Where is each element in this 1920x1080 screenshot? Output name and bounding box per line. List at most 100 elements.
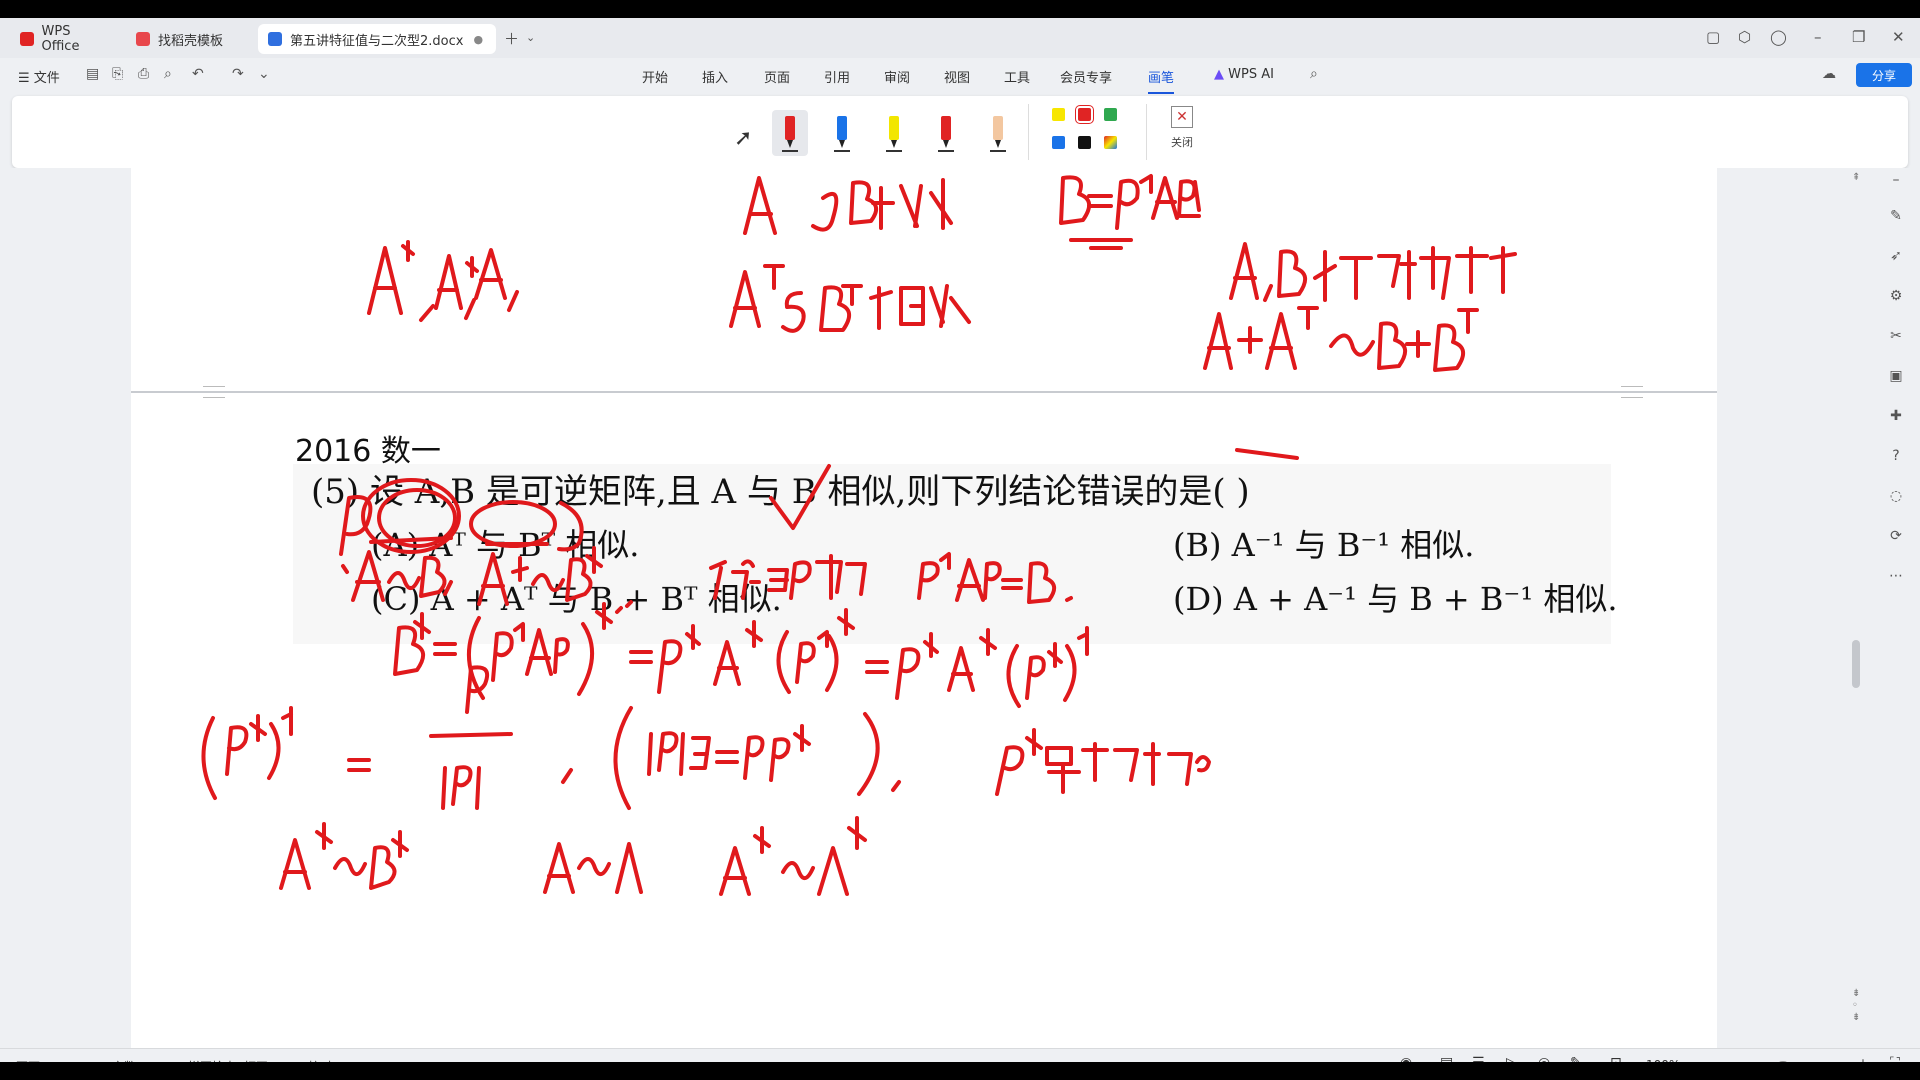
pen-base [886, 150, 902, 152]
screen: WPS Office 找稻壳模板 第五讲特征值与二次型2.docx ● ＋ ⌄ … [0, 0, 1920, 1080]
chat-icon[interactable]: ◌ [1886, 488, 1906, 508]
menu-view[interactable]: 视图 [944, 67, 970, 86]
window-layout-icon[interactable]: ▢ [1706, 28, 1720, 46]
pointer-icon[interactable]: ➶ [1886, 248, 1906, 268]
pen-highlighter-yellow[interactable] [876, 110, 912, 156]
ink-stroke [419, 304, 435, 322]
print-preview-icon[interactable]: ⌕ [164, 66, 172, 82]
pen-tip [891, 140, 897, 148]
menu-home[interactable]: 开始 [642, 67, 668, 86]
menu-page[interactable]: 页面 [764, 67, 790, 86]
close-pen-mode-button[interactable]: ✕ 关闭 [1162, 106, 1202, 158]
ink-stroke [1229, 242, 1273, 302]
ink-stroke [474, 248, 507, 300]
wps-window: WPS Office 找稻壳模板 第五讲特征值与二次型2.docx ● ＋ ⌄ … [0, 18, 1920, 1080]
ink-stroke [347, 758, 371, 772]
ink-stroke [1115, 178, 1140, 230]
handwriting-ink-layer [201, 174, 1517, 896]
pen-tip [787, 140, 793, 148]
tab-document[interactable]: 第五讲特征值与二次型2.docx ● [258, 24, 496, 54]
print-icon[interactable]: ⎙ [138, 66, 149, 82]
puzzle-icon[interactable]: ✚ [1886, 408, 1906, 428]
ink-stroke [485, 501, 584, 552]
pen-blue[interactable] [824, 110, 860, 156]
ink-stroke [367, 246, 403, 315]
menu-references[interactable]: 引用 [824, 67, 850, 86]
ink-stroke [837, 608, 855, 636]
new-tab-plus-icon[interactable]: ＋ [504, 28, 519, 49]
ink-stroke [629, 650, 653, 664]
share-button[interactable]: 分享 [1856, 63, 1912, 87]
export-pdf-icon[interactable]: ⎘ [112, 66, 123, 82]
ink-stroke [763, 264, 785, 290]
color-swatch-yellow[interactable] [1052, 108, 1065, 121]
ink-stroke [477, 552, 529, 606]
help-icon[interactable]: ? [1886, 448, 1906, 468]
ink-stroke [225, 706, 293, 780]
menu-review[interactable]: 审阅 [884, 67, 910, 86]
minimize-icon[interactable]: – [1814, 28, 1822, 46]
menu-member[interactable]: 会员专享 [1060, 67, 1112, 86]
page-settings-icon[interactable]: ▣ [1886, 368, 1906, 388]
ink-underline [1235, 448, 1299, 460]
menu-bar: ☰ 文件 ▤ ⎘ ⎙ ⌕ ↶ ↷ ⌄ 开始 插入 页面 引用 审阅 视图 工具 … [0, 58, 1920, 94]
color-swatch-black[interactable] [1078, 136, 1091, 149]
tools-icon[interactable]: ✂ [1886, 328, 1906, 348]
document-area: 2016 数一 (5) 设 A,B 是可逆矩阵,且 A 与 B 相似,则下列结论… [0, 168, 1920, 1048]
redo-icon[interactable]: ↷ [232, 66, 244, 82]
collapse-sidebar-icon[interactable]: – [1886, 172, 1906, 192]
pen-red-marker[interactable] [772, 110, 808, 156]
more-quick-tools-chevron-icon[interactable]: ⌄ [258, 66, 270, 82]
close-window-icon[interactable]: ✕ [1892, 28, 1905, 46]
menu-tools[interactable]: 工具 [1004, 67, 1030, 86]
undo-icon[interactable]: ↶ [192, 66, 204, 82]
tab-wps-office[interactable]: WPS Office [10, 24, 120, 54]
tab-list-chevron-icon[interactable]: ⌄ [526, 31, 535, 44]
ink-stroke [279, 822, 333, 890]
ink-stroke [767, 554, 867, 600]
cube-icon[interactable]: ⬡ [1738, 28, 1751, 46]
scroll-up-icon[interactable]: ⇞ [1852, 172, 1860, 183]
more-icon[interactable]: ⋯ [1886, 568, 1906, 588]
sync-icon[interactable]: ⟳ [1886, 528, 1906, 548]
settings-sliders-icon[interactable]: ⚙ [1886, 288, 1906, 308]
wps-ai-icon: ▲ [1214, 67, 1224, 82]
menu-insert[interactable]: 插入 [702, 67, 728, 86]
restore-icon[interactable]: ❐ [1852, 28, 1865, 46]
search-icon[interactable]: ⌕ [1310, 66, 1318, 82]
pen-tip [839, 140, 845, 148]
tab-label: 找稻壳模板 [158, 33, 224, 49]
tab-docer-templates[interactable]: 找稻壳模板 [126, 24, 252, 54]
pen-eraser[interactable] [980, 110, 1016, 156]
color-swatch-more[interactable] [1104, 136, 1117, 149]
ink-circle [469, 500, 557, 548]
tab-close-icon[interactable]: ● [473, 33, 483, 46]
menu-pen[interactable]: 画笔 [1148, 67, 1175, 94]
ink-stroke [729, 270, 761, 328]
menu-wps-ai[interactable]: ▲ WPS AI [1214, 67, 1274, 82]
avatar-icon[interactable]: ◯ [1770, 28, 1787, 46]
ink-stroke [781, 291, 806, 333]
word-doc-icon [268, 32, 282, 46]
document-page[interactable]: 2016 数一 (5) 设 A,B 是可逆矩阵,且 A 与 B 相似,则下列结论… [131, 168, 1717, 1048]
color-swatch-green[interactable] [1104, 108, 1117, 121]
close-icon: ✕ [1171, 106, 1193, 128]
color-swatch-blue[interactable] [1052, 136, 1065, 149]
file-menu[interactable]: ☰ 文件 [18, 67, 60, 86]
save-icon[interactable]: ▤ [86, 66, 99, 82]
close-label: 关闭 [1171, 136, 1193, 149]
pen-red-fine[interactable] [928, 110, 964, 156]
pen-body [941, 116, 951, 140]
color-swatch-red[interactable] [1075, 105, 1094, 124]
vertical-scrollbar-thumb[interactable] [1852, 640, 1860, 688]
ink-stroke [351, 550, 385, 602]
ink-stroke [819, 284, 863, 332]
top-letterbox [0, 0, 1920, 18]
ink-stroke [895, 632, 939, 700]
pen-edit-icon[interactable]: ✎ [1886, 208, 1906, 228]
ink-stroke [715, 724, 811, 782]
page-nav-icons[interactable]: ⇟ ◦ ⇟ [1852, 988, 1860, 1024]
select-pointer-icon[interactable]: ➚ [734, 126, 752, 151]
cloud-sync-icon[interactable]: ☁ [1822, 66, 1836, 82]
share-label: 分享 [1871, 68, 1896, 83]
